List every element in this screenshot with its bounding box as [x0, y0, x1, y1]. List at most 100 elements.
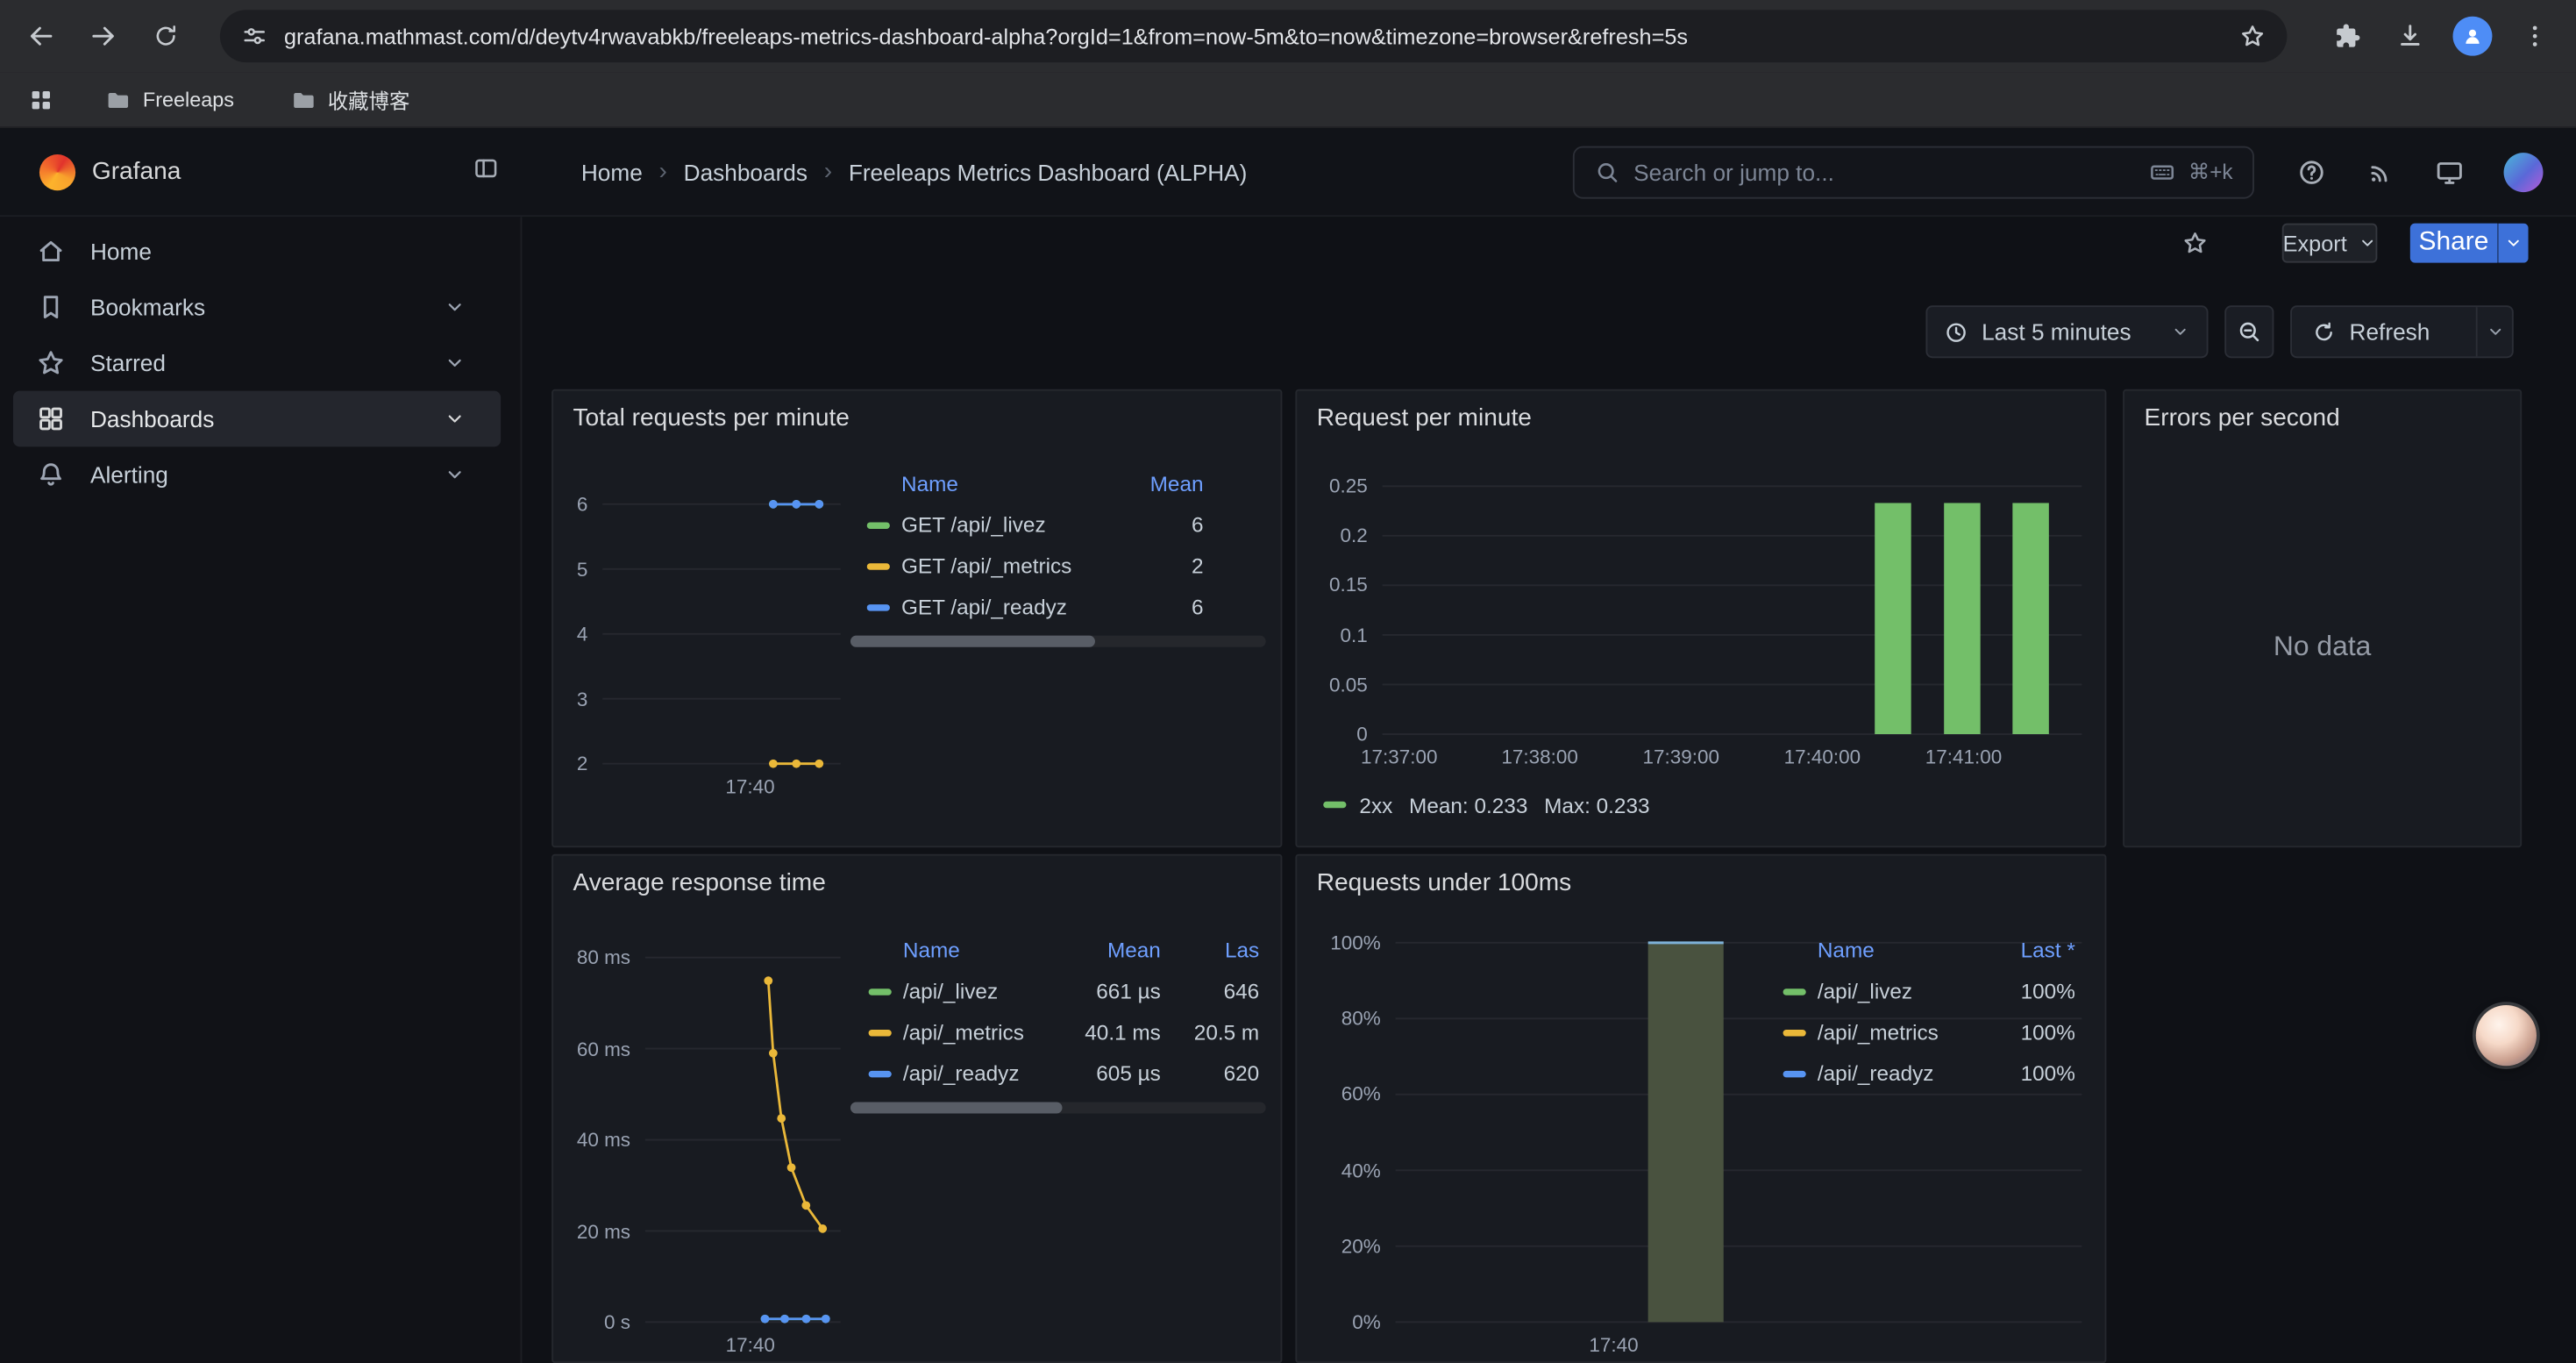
pan​el-title[interactable]: Errors per second [2144, 404, 2339, 432]
browser-menu-button[interactable] [2507, 8, 2563, 64]
url-text[interactable]: grafana.mathmast.com/d/deytv4rwavabkb/fr… [284, 24, 2223, 48]
legend-row[interactable]: /api/_metrics40.1 ms20.5 m [869, 1011, 1268, 1053]
site-settings-icon[interactable] [241, 23, 267, 49]
time-range-picker[interactable]: Last 5 minutes [1925, 305, 2208, 358]
back-button[interactable] [13, 8, 69, 64]
chevron-down-icon[interactable] [444, 352, 466, 375]
refresh-button[interactable]: Refresh [2292, 307, 2476, 356]
sidebar-item-bookmarks[interactable]: Bookmarks [13, 279, 501, 335]
profile-button[interactable] [2444, 8, 2501, 64]
chart-plot[interactable]: 0.250.20.150.10.05017:37:0017:38:0017:39… [1383, 486, 2082, 734]
legend-row[interactable]: /api/_livez661 µs646 [869, 971, 1268, 1012]
user-avatar[interactable] [2504, 152, 2544, 191]
share-dropdown-button[interactable] [2497, 224, 2529, 263]
extensions-button[interactable] [2320, 8, 2376, 64]
legend-series-name[interactable]: GET /api/_livez [867, 512, 1125, 537]
panel-title[interactable]: Requests under 100ms [1317, 869, 1571, 897]
legend-column-header[interactable]: Las [1161, 938, 1268, 962]
floating-assistant-avatar[interactable] [2476, 1005, 2537, 1066]
bar [1944, 503, 1980, 734]
series-swatch [869, 1029, 892, 1035]
series-label: /api/_livez [1818, 979, 1912, 1003]
legend-series-name[interactable]: /api/_readyz [1783, 1061, 1990, 1086]
panel-title[interactable]: Average response time [573, 869, 826, 897]
legend-row[interactable]: /api/_metrics100% [1783, 1011, 2075, 1053]
forward-button[interactable] [75, 8, 132, 64]
share-button[interactable]: Share [2410, 224, 2497, 263]
chart-plot[interactable]: 80 ms60 ms40 ms20 ms0 s17:40 [645, 958, 841, 1323]
favorite-dashboard-button[interactable] [2175, 224, 2215, 263]
reload-button[interactable] [138, 8, 194, 64]
mega-menu-toggle[interactable] [473, 154, 499, 189]
legend-column-header[interactable]: Name [869, 938, 1066, 962]
refresh-interval-dropdown[interactable] [2476, 307, 2512, 356]
legend-series-name[interactable]: /api/_livez [869, 979, 1066, 1003]
search-box[interactable]: ⌘+k [1573, 146, 2254, 199]
legend-row[interactable]: /api/_readyz605 µs620 [869, 1053, 1268, 1094]
y-tick-label: 20 ms [577, 1219, 630, 1242]
point [769, 500, 778, 509]
legend-series-name[interactable]: /api/_readyz [869, 1061, 1066, 1086]
point [822, 1315, 830, 1324]
legend-column-header[interactable]: Mean [1125, 471, 1204, 496]
legend-scrollbar[interactable] [850, 1102, 1266, 1113]
chart-canvas[interactable] [602, 504, 841, 764]
zoom-out-button[interactable] [2224, 305, 2274, 358]
point [787, 1163, 796, 1172]
display-icon[interactable] [2435, 157, 2465, 187]
legend-series-name[interactable]: /api/_metrics [1783, 1020, 1990, 1045]
legend-series-name[interactable]: 2xx [1359, 792, 1392, 817]
legend-row[interactable]: /api/_livez100% [1783, 971, 2075, 1012]
help-icon[interactable] [2297, 157, 2327, 187]
downloads-button[interactable] [2382, 8, 2438, 64]
sidebar-item-dashboards[interactable]: Dashboards [13, 391, 501, 447]
breadcrumb-item[interactable]: Freeleaps Metrics Dashboard (ALPHA) [849, 159, 1248, 185]
chart-canvas[interactable] [1383, 486, 2082, 734]
refresh-button-group: Refresh [2290, 305, 2514, 358]
bookmark-item[interactable]: 收藏博客 [290, 83, 410, 115]
rss-icon[interactable] [2366, 157, 2395, 187]
legend-value: 40.1 ms [1065, 1020, 1161, 1045]
y-tick-label: 60% [1341, 1083, 1381, 1106]
legend-row[interactable]: GET /api/_metrics2 [867, 546, 1204, 587]
legend-column-header[interactable]: Name [867, 471, 1125, 496]
chevron-down-icon[interactable] [444, 296, 466, 318]
panel-errors-per-second: Errors per second No data [2123, 389, 2522, 847]
sidebar-item-alerting[interactable]: Alerting [13, 446, 501, 503]
export-button[interactable]: Export [2282, 224, 2378, 263]
scrollbar-thumb[interactable] [850, 636, 1095, 647]
sidebar-item-home[interactable]: Home [13, 224, 501, 280]
legend-column-header[interactable]: Last * [1989, 938, 2074, 962]
bookmark-star-icon[interactable] [2239, 23, 2266, 49]
breadcrumb-item[interactable]: Dashboards [684, 159, 808, 185]
panel-title[interactable]: Total requests per minute [573, 404, 850, 432]
legend-series-name[interactable]: /api/_livez [1783, 979, 1990, 1003]
extensions-puzzle-icon [2335, 23, 2361, 49]
scrollbar-thumb[interactable] [850, 1102, 1063, 1113]
address-bar[interactable]: grafana.mathmast.com/d/deytv4rwavabkb/fr… [220, 10, 2287, 62]
breadcrumb-item[interactable]: Home [581, 159, 643, 185]
chart-plot[interactable]: 6543217:40 [602, 504, 841, 764]
legend-scrollbar[interactable] [850, 636, 1266, 647]
bookmark-item[interactable]: Freeleaps [105, 86, 234, 112]
chevron-down-icon[interactable] [444, 463, 466, 486]
sidebar-nav: HomeBookmarksStarredDashboardsAlerting [0, 217, 522, 1363]
sidebar-item-starred[interactable]: Starred [13, 335, 501, 391]
series [769, 500, 823, 509]
apps-button[interactable] [19, 78, 62, 121]
point [777, 1114, 786, 1123]
panel-title[interactable]: Request per minute [1317, 404, 1532, 432]
search-input[interactable] [1633, 160, 2136, 186]
chart-canvas[interactable] [645, 958, 841, 1323]
legend-column-header[interactable]: Name [1783, 938, 1990, 962]
legend-column-header[interactable]: Mean [1065, 938, 1161, 962]
grafana-logo[interactable] [39, 153, 75, 189]
legend-series-name[interactable]: GET /api/_readyz [867, 595, 1125, 619]
y-tick-label: 0.1 [1341, 624, 1368, 646]
legend-row[interactable]: GET /api/_readyz6 [867, 586, 1204, 627]
legend-series-name[interactable]: /api/_metrics [869, 1020, 1066, 1045]
legend-row[interactable]: GET /api/_livez6 [867, 504, 1204, 546]
legend-series-name[interactable]: GET /api/_metrics [867, 553, 1125, 578]
chevron-down-icon[interactable] [444, 407, 466, 430]
legend-row[interactable]: /api/_readyz100% [1783, 1053, 2075, 1094]
